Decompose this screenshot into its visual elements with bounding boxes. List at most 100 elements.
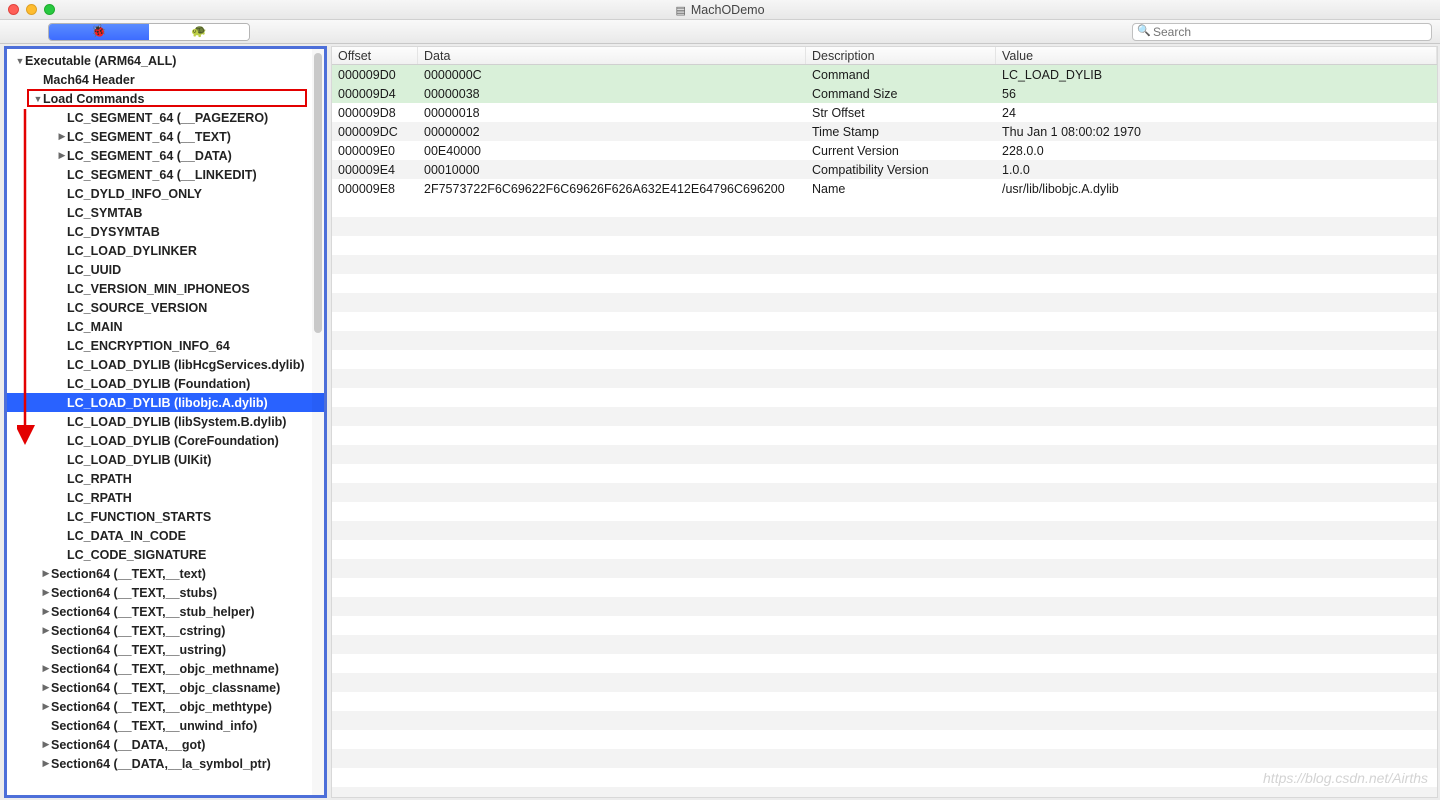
- tree-item[interactable]: LC_LOAD_DYLIB (Foundation): [7, 374, 324, 393]
- tree-item[interactable]: ▶Section64 (__TEXT,__objc_methname): [7, 659, 324, 678]
- col-description[interactable]: Description: [806, 47, 996, 64]
- tree-item-label: Section64 (__TEXT,__unwind_info): [51, 719, 257, 733]
- disclosure-triangle[interactable]: ▶: [41, 701, 51, 712]
- tree-item[interactable]: ▶Section64 (__TEXT,__cstring): [7, 621, 324, 640]
- tree-item[interactable]: ▶Section64 (__TEXT,__stubs): [7, 583, 324, 602]
- tree-item[interactable]: ▶LC_SEGMENT_64 (__TEXT): [7, 127, 324, 146]
- tree-item-label: LC_SOURCE_VERSION: [67, 301, 207, 315]
- cell-desc: Str Offset: [806, 103, 996, 122]
- tree-item[interactable]: Section64 (__TEXT,__ustring): [7, 640, 324, 659]
- tree-item[interactable]: ▶LC_SEGMENT_64 (__DATA): [7, 146, 324, 165]
- tree-item[interactable]: ▶Section64 (__DATA,__got): [7, 735, 324, 754]
- tree-item[interactable]: LC_SEGMENT_64 (__PAGEZERO): [7, 108, 324, 127]
- disclosure-triangle[interactable]: ▶: [41, 568, 51, 579]
- disclosure-triangle[interactable]: ▶: [41, 758, 51, 769]
- tree-item[interactable]: LC_DYSYMTAB: [7, 222, 324, 241]
- toolbar: 🐞 🐢: [0, 20, 1440, 44]
- tree-item[interactable]: LC_SEGMENT_64 (__LINKEDIT): [7, 165, 324, 184]
- cell-desc: Command: [806, 65, 996, 84]
- tree-item[interactable]: LC_CODE_SIGNATURE: [7, 545, 324, 564]
- tree-item[interactable]: LC_RPATH: [7, 469, 324, 488]
- tree-item-label: LC_LOAD_DYLIB (libHcgServices.dylib): [67, 358, 305, 372]
- disclosure-triangle[interactable]: ▶: [41, 739, 51, 750]
- tree-item[interactable]: LC_LOAD_DYLIB (CoreFoundation): [7, 431, 324, 450]
- tree-item-label: LC_RPATH: [67, 491, 132, 505]
- disclosure-triangle[interactable]: ▼: [33, 94, 43, 104]
- table-row[interactable]: 000009D400000038Command Size56: [332, 84, 1437, 103]
- table-row[interactable]: 000009E400010000Compatibility Version1.0…: [332, 160, 1437, 179]
- tree-item[interactable]: LC_LOAD_DYLIB (libSystem.B.dylib): [7, 412, 324, 431]
- cell-offset: 000009D0: [332, 65, 418, 84]
- disclosure-triangle[interactable]: ▶: [41, 682, 51, 693]
- cell-offset: 000009D8: [332, 103, 418, 122]
- tree-item[interactable]: LC_SYMTAB: [7, 203, 324, 222]
- cell-offset: 000009E4: [332, 160, 418, 179]
- minimize-button[interactable]: [26, 4, 37, 15]
- close-button[interactable]: [8, 4, 19, 15]
- segment-left[interactable]: 🐞: [49, 24, 149, 40]
- tree-item-label: LC_DATA_IN_CODE: [67, 529, 186, 543]
- segmented-control: 🐞 🐢: [48, 23, 250, 41]
- tree-item[interactable]: LC_LOAD_DYLIB (libobjc.A.dylib): [7, 393, 324, 412]
- tree-root[interactable]: ▼Executable (ARM64_ALL): [7, 51, 324, 70]
- col-value[interactable]: Value: [996, 47, 1437, 64]
- sidebar[interactable]: ▼Executable (ARM64_ALL)Mach64 Header▼Loa…: [4, 46, 327, 798]
- cell-data: 00000002: [418, 122, 806, 141]
- table-body[interactable]: 000009D00000000CCommandLC_LOAD_DYLIB0000…: [332, 65, 1437, 797]
- tree-item[interactable]: LC_DYLD_INFO_ONLY: [7, 184, 324, 203]
- disclosure-triangle[interactable]: ▶: [57, 131, 67, 142]
- disclosure-triangle[interactable]: ▶: [41, 625, 51, 636]
- tree-item-label: Section64 (__TEXT,__objc_methname): [51, 662, 279, 676]
- search-input[interactable]: [1132, 23, 1432, 41]
- tree-item[interactable]: LC_DATA_IN_CODE: [7, 526, 324, 545]
- window-title: MachODemo: [675, 3, 764, 17]
- tree-item[interactable]: ▼Load Commands: [7, 89, 324, 108]
- disclosure-triangle[interactable]: ▶: [41, 587, 51, 598]
- tree-item[interactable]: Mach64 Header: [7, 70, 324, 89]
- tree-item-label: LC_SEGMENT_64 (__LINKEDIT): [67, 168, 257, 182]
- tree-item[interactable]: LC_LOAD_DYLIB (libHcgServices.dylib): [7, 355, 324, 374]
- tree-item[interactable]: Section64 (__TEXT,__unwind_info): [7, 716, 324, 735]
- cell-value: 228.0.0: [996, 141, 1437, 160]
- table-row[interactable]: 000009DC00000002Time StampThu Jan 1 08:0…: [332, 122, 1437, 141]
- tree-item[interactable]: LC_LOAD_DYLINKER: [7, 241, 324, 260]
- cell-desc: Time Stamp: [806, 122, 996, 141]
- tree-item[interactable]: ▶Section64 (__DATA,__la_symbol_ptr): [7, 754, 324, 773]
- disclosure-triangle[interactable]: ▶: [41, 606, 51, 617]
- col-offset[interactable]: Offset: [332, 47, 418, 64]
- scrollbar-thumb[interactable]: [314, 53, 322, 333]
- content-split: ▼Executable (ARM64_ALL)Mach64 Header▼Loa…: [0, 44, 1440, 800]
- table-row[interactable]: 000009E000E40000Current Version228.0.0: [332, 141, 1437, 160]
- cell-value: Thu Jan 1 08:00:02 1970: [996, 122, 1437, 141]
- zoom-button[interactable]: [44, 4, 55, 15]
- table-row[interactable]: 000009D00000000CCommandLC_LOAD_DYLIB: [332, 65, 1437, 84]
- tree-item-label: Load Commands: [43, 92, 144, 106]
- cell-value: /usr/lib/libobjc.A.dylib: [996, 179, 1437, 198]
- tree-item[interactable]: ▶Section64 (__TEXT,__objc_methtype): [7, 697, 324, 716]
- disclosure-triangle[interactable]: ▶: [57, 150, 67, 161]
- col-data[interactable]: Data: [418, 47, 806, 64]
- tree-item[interactable]: LC_FUNCTION_STARTS: [7, 507, 324, 526]
- tree-item-label: LC_CODE_SIGNATURE: [67, 548, 206, 562]
- tree-item[interactable]: LC_RPATH: [7, 488, 324, 507]
- tree-item[interactable]: LC_LOAD_DYLIB (UIKit): [7, 450, 324, 469]
- cell-value: 1.0.0: [996, 160, 1437, 179]
- tree-item[interactable]: ▶Section64 (__TEXT,__objc_classname): [7, 678, 324, 697]
- tree-item[interactable]: ▶Section64 (__TEXT,__text): [7, 564, 324, 583]
- tree-item[interactable]: LC_ENCRYPTION_INFO_64: [7, 336, 324, 355]
- document-icon: [675, 3, 685, 17]
- tree-item[interactable]: LC_UUID: [7, 260, 324, 279]
- tree-item-label: LC_SEGMENT_64 (__PAGEZERO): [67, 111, 268, 125]
- table-row[interactable]: 000009E82F7573722F6C69622F6C69626F626A63…: [332, 179, 1437, 198]
- table-row[interactable]: 000009D800000018Str Offset24: [332, 103, 1437, 122]
- tree-item[interactable]: LC_VERSION_MIN_IPHONEOS: [7, 279, 324, 298]
- cell-offset: 000009D4: [332, 84, 418, 103]
- tree-item[interactable]: LC_MAIN: [7, 317, 324, 336]
- sidebar-scrollbar[interactable]: [312, 49, 324, 795]
- disclosure-triangle[interactable]: ▶: [41, 663, 51, 674]
- cell-desc: Current Version: [806, 141, 996, 160]
- segment-right[interactable]: 🐢: [149, 24, 249, 40]
- tree-item[interactable]: ▶Section64 (__TEXT,__stub_helper): [7, 602, 324, 621]
- tree-item-label: Section64 (__DATA,__la_symbol_ptr): [51, 757, 271, 771]
- tree-item[interactable]: LC_SOURCE_VERSION: [7, 298, 324, 317]
